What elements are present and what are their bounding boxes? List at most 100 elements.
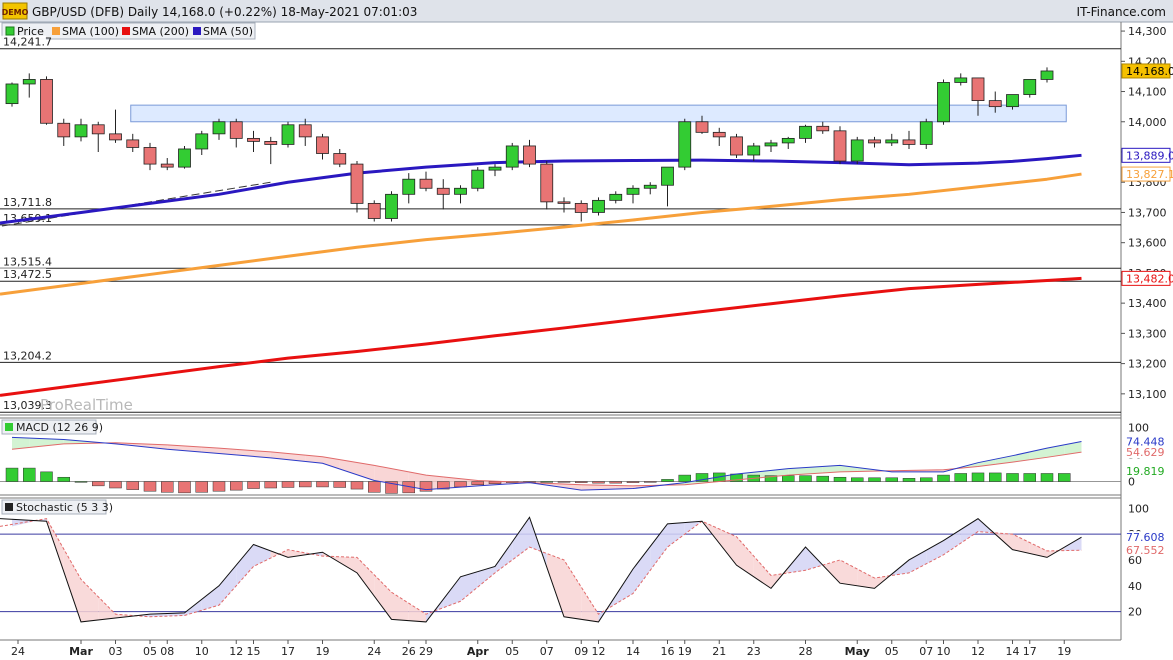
legend-price-swatch xyxy=(5,26,15,36)
macd-title: MACD (12 26 9) xyxy=(16,421,103,434)
stoch-tick-label: 100 xyxy=(1128,502,1149,515)
macd-histogram-bar xyxy=(609,481,622,484)
candle xyxy=(833,126,847,165)
candle-body-up xyxy=(5,83,19,105)
candle xyxy=(160,158,174,171)
horizontal-levels: 14,241.713,711.813,659.113,515.413,472.5… xyxy=(0,35,1121,413)
macd-histogram-bar xyxy=(1023,473,1036,482)
candle xyxy=(540,161,554,210)
candle xyxy=(178,145,191,169)
price-tick-label: 13,400 xyxy=(1128,297,1167,310)
candle xyxy=(954,73,968,86)
price-tick-label: 14,300 xyxy=(1128,25,1167,38)
brand-label[interactable]: IT-Finance.com xyxy=(1077,5,1166,19)
macd-histogram-bar xyxy=(1040,473,1054,482)
sma-200-line xyxy=(0,276,1082,397)
candle xyxy=(781,136,795,149)
candle xyxy=(557,197,571,213)
macd-histogram-bar xyxy=(575,481,588,483)
stoch-fill xyxy=(546,553,564,617)
candle xyxy=(592,197,605,216)
candle-body-down xyxy=(816,125,830,132)
candle xyxy=(523,139,536,168)
candle xyxy=(298,118,312,146)
candle xyxy=(1040,67,1054,83)
time-tick-label: 12 xyxy=(592,645,606,658)
macd-histogram-bar xyxy=(954,473,967,482)
stoch-fill xyxy=(650,523,668,571)
stoch-fill xyxy=(201,585,219,611)
chart-title: GBP/USD (DFB) Daily 14,168.0 (+0.22%) 18… xyxy=(32,5,417,19)
stoch-fill xyxy=(857,569,875,589)
candle xyxy=(850,136,864,165)
macd-histogram-bar xyxy=(264,481,277,489)
candle xyxy=(885,133,899,146)
macd-histogram-bar xyxy=(540,481,553,483)
price-axis: 14,30014,20014,10014,00013,90013,80013,7… xyxy=(1121,25,1167,401)
stoch-fill xyxy=(63,548,81,622)
stoch-tag-label: 77.608 xyxy=(1126,531,1165,544)
candle-body-down xyxy=(143,147,157,165)
time-tick-label: 24 xyxy=(367,645,381,658)
candle-body-down xyxy=(695,121,709,133)
candle-body-up xyxy=(488,166,502,171)
stoch-fill xyxy=(943,529,961,555)
candle xyxy=(143,142,157,171)
candle xyxy=(454,185,467,204)
macd-histogram-bar xyxy=(471,481,484,486)
stochastic-panel: Stochastic (5 3 3)1008060402077.60867.55… xyxy=(0,499,1165,623)
candle xyxy=(1023,79,1037,98)
time-tick-label: Apr xyxy=(467,645,489,658)
macd-histogram-bar xyxy=(782,475,795,482)
stoch-tick-label: 20 xyxy=(1128,606,1142,619)
candle-body-down xyxy=(298,124,312,138)
time-tick-label: 26 xyxy=(402,645,416,658)
legend-sma200-swatch xyxy=(122,27,130,35)
candle-body-down xyxy=(367,202,381,219)
candle-body-up xyxy=(454,187,467,195)
candle-body-down xyxy=(264,141,278,145)
time-tick-label: 09 xyxy=(574,645,588,658)
macd-histogram-bar xyxy=(57,476,70,482)
time-tick-label: 19 xyxy=(678,645,692,658)
macd-histogram-bar xyxy=(109,481,122,489)
macd-histogram-bar xyxy=(1058,473,1071,482)
candle-body-up xyxy=(74,124,88,138)
candle xyxy=(264,136,278,165)
time-tick-label: 03 xyxy=(109,645,123,658)
candle-body-down xyxy=(91,124,105,135)
macd-histogram-bar xyxy=(161,481,174,493)
macd-histogram-bar xyxy=(74,481,88,483)
stoch-title-icon xyxy=(5,503,13,511)
stoch-fill xyxy=(391,592,409,621)
candle-body-up xyxy=(1006,94,1019,108)
macd-histogram-bar xyxy=(23,467,36,482)
stoch-fill xyxy=(495,541,513,573)
macd-histogram-bar xyxy=(937,474,950,482)
legend-sma50-label: SMA (50) xyxy=(203,25,253,38)
candle-body-up xyxy=(212,121,226,135)
candle xyxy=(712,127,726,146)
chart-canvas[interactable]: DEMO GBP/USD (DFB) Daily 14,168.0 (+0.22… xyxy=(0,0,1173,660)
legend-sma50-swatch xyxy=(193,27,201,35)
macd-histogram-bar xyxy=(626,481,640,483)
legend-sma100-swatch xyxy=(52,27,60,35)
time-tick-label: 14 xyxy=(626,645,640,658)
price-tag-label: 13,889.0 xyxy=(1126,149,1173,162)
candle xyxy=(74,118,88,142)
macd-histogram-bar xyxy=(488,481,502,484)
candle-body-up xyxy=(919,121,933,145)
level-label: 14,241.7 xyxy=(3,36,52,49)
time-tick-label: 10 xyxy=(195,645,209,658)
candle-body-up xyxy=(954,77,968,83)
candle-body-down xyxy=(160,163,174,168)
candle-body-down xyxy=(730,136,743,156)
macd-histogram-bar xyxy=(40,471,53,482)
candle xyxy=(126,133,140,152)
time-tick-label: 17 xyxy=(1023,645,1037,658)
candle-body-down xyxy=(229,121,243,139)
candle-body-up xyxy=(764,142,778,147)
price-tag-label: 13,482.0 xyxy=(1126,272,1173,285)
candle-body-down xyxy=(126,139,140,148)
watermark: ProRealTime xyxy=(40,396,133,414)
